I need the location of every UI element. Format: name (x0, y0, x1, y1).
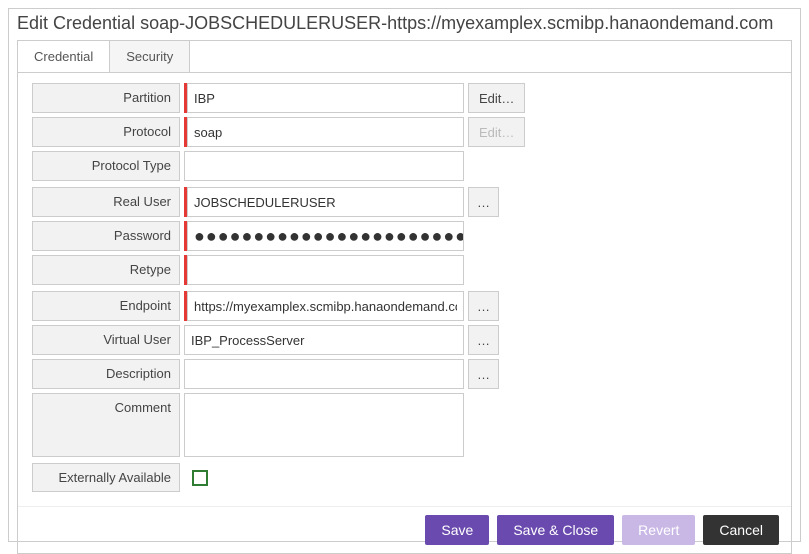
revert-button: Revert (622, 515, 695, 545)
virtual-user-browse-button[interactable]: … (468, 325, 499, 355)
label-virtual-user: Virtual User (32, 325, 180, 355)
cancel-button[interactable]: Cancel (703, 515, 779, 545)
input-retype[interactable] (187, 255, 464, 285)
input-password[interactable]: ●●●●●●●●●●●●●●●●●●●●●●●●●●●●●●●● (187, 221, 464, 251)
tab-security[interactable]: Security (110, 41, 190, 72)
label-description: Description (32, 359, 180, 389)
page-title: Edit Credential soap-JOBSCHEDULERUSER-ht… (9, 9, 800, 40)
label-comment: Comment (32, 393, 180, 457)
checkbox-externally-available[interactable] (192, 470, 208, 486)
save-close-button[interactable]: Save & Close (497, 515, 614, 545)
label-protocol-type: Protocol Type (32, 151, 180, 181)
input-protocol[interactable] (187, 117, 464, 147)
label-protocol: Protocol (32, 117, 180, 147)
footer-buttons: Save Save & Close Revert Cancel (18, 506, 791, 553)
content-wrap: Credential Security Partition Edit… Prot… (17, 40, 792, 554)
label-partition: Partition (32, 83, 180, 113)
save-button[interactable]: Save (425, 515, 489, 545)
label-retype: Retype (32, 255, 180, 285)
description-browse-button[interactable]: … (468, 359, 499, 389)
input-protocol-type[interactable] (184, 151, 464, 181)
real-user-browse-button[interactable]: … (468, 187, 499, 217)
input-description[interactable] (184, 359, 464, 389)
form-area: Partition Edit… Protocol Edit… Protocol … (18, 73, 791, 506)
input-endpoint[interactable] (187, 291, 464, 321)
input-partition[interactable] (187, 83, 464, 113)
partition-edit-button[interactable]: Edit… (468, 83, 525, 113)
label-endpoint: Endpoint (32, 291, 180, 321)
tab-bar: Credential Security (18, 41, 791, 73)
label-externally-available: Externally Available (32, 463, 180, 492)
label-password: Password (32, 221, 180, 251)
input-comment[interactable] (184, 393, 464, 457)
protocol-edit-button: Edit… (468, 117, 525, 147)
input-real-user[interactable] (187, 187, 464, 217)
edit-credential-panel: Edit Credential soap-JOBSCHEDULERUSER-ht… (8, 8, 801, 542)
label-real-user: Real User (32, 187, 180, 217)
input-virtual-user[interactable] (184, 325, 464, 355)
tab-credential[interactable]: Credential (18, 41, 110, 72)
endpoint-browse-button[interactable]: … (468, 291, 499, 321)
